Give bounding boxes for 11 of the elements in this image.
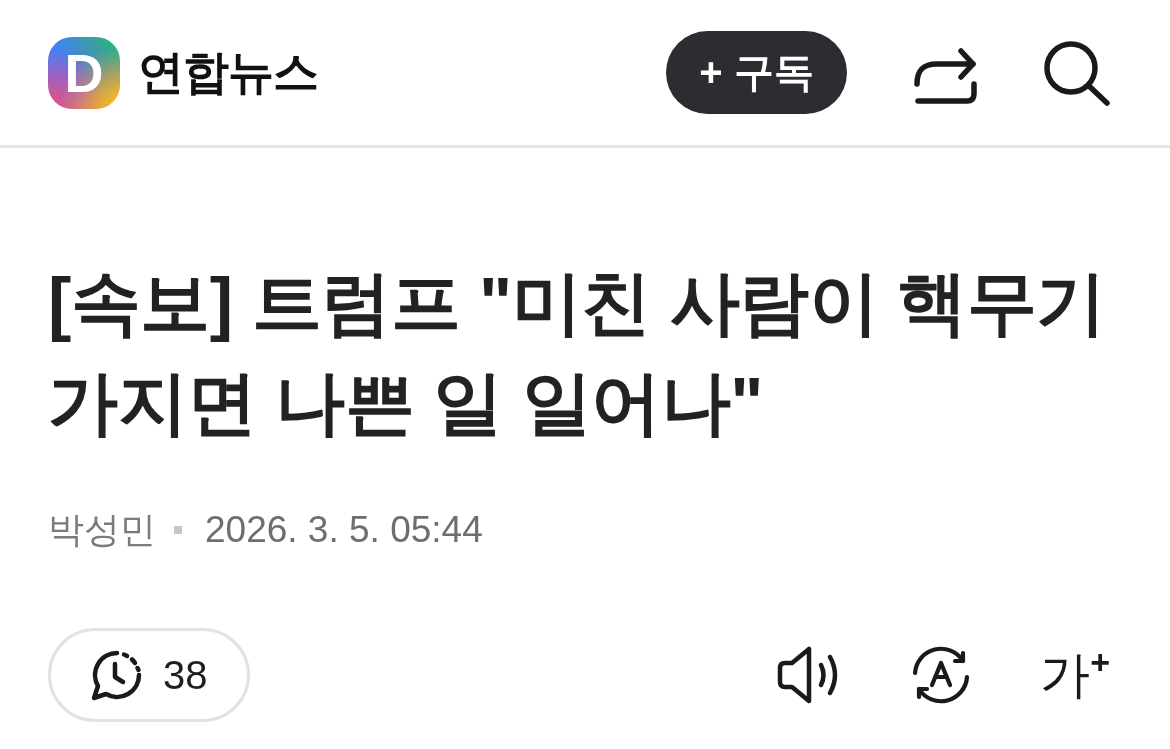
channel-name: 연합뉴스 (138, 44, 318, 100)
search-button[interactable] (1043, 39, 1110, 106)
font-size-button[interactable]: 가$^{+}$ (1040, 645, 1110, 705)
comment-button[interactable]: 38 (48, 628, 250, 722)
publish-date: 2026. 3. 5. 05:44 (205, 509, 483, 551)
subscribe-button[interactable]: + 구독 (666, 31, 847, 114)
app-logo: D (48, 36, 120, 109)
search-icon (1043, 39, 1110, 106)
author-name: 박성민 (48, 507, 156, 552)
article-headline: [속보] 트럼프 "미친 사람이 핵무기 가지면 나쁜 일 일어나" (48, 263, 1107, 444)
clock-bubble-icon (89, 648, 143, 702)
